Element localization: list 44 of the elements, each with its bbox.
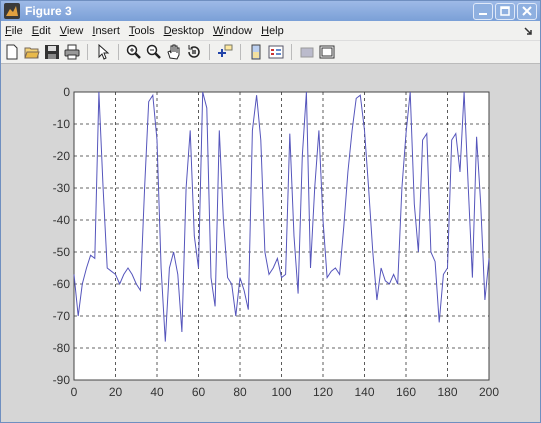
tick-label: 100 bbox=[271, 385, 292, 399]
printer-icon[interactable] bbox=[64, 44, 80, 60]
hand-icon[interactable] bbox=[166, 44, 182, 60]
new-file-icon[interactable] bbox=[4, 44, 20, 60]
close-icon bbox=[522, 6, 532, 16]
zoom-in-icon[interactable] bbox=[126, 44, 142, 60]
tick-label: 0 bbox=[70, 385, 78, 399]
window-title: Figure 3 bbox=[25, 4, 72, 18]
data-cursor-icon[interactable] bbox=[217, 44, 233, 60]
tick-label: 60 bbox=[192, 385, 206, 399]
tick-label: 20 bbox=[108, 385, 122, 399]
dock-arrow-icon[interactable] bbox=[524, 26, 534, 36]
menu-item[interactable]: Tools bbox=[128, 24, 155, 36]
zoom-out-icon[interactable] bbox=[146, 44, 162, 60]
menu-item[interactable]: Help bbox=[261, 24, 284, 36]
menu-item[interactable]: Edit bbox=[32, 24, 51, 36]
tick-label: 0 bbox=[63, 85, 70, 99]
tick-label: -30 bbox=[52, 181, 70, 195]
menu-item[interactable]: Desktop bbox=[164, 24, 204, 36]
tick-label: 120 bbox=[312, 385, 334, 399]
menu-item[interactable]: Insert bbox=[92, 24, 120, 36]
rotate-icon[interactable] bbox=[186, 44, 202, 60]
menu-item[interactable]: File bbox=[5, 24, 23, 36]
tick-label: -40 bbox=[52, 213, 70, 227]
tick-label: 160 bbox=[396, 385, 416, 399]
tick-label: 40 bbox=[150, 385, 164, 399]
tick-label: -90 bbox=[52, 373, 70, 387]
menu-item[interactable]: Window bbox=[212, 24, 252, 36]
window-icon[interactable] bbox=[319, 44, 335, 60]
tick-label: 200 bbox=[478, 385, 500, 399]
app-icon bbox=[4, 3, 20, 19]
tick-label: -50 bbox=[52, 245, 70, 259]
tick-label: -10 bbox=[52, 117, 70, 131]
maximize-icon bbox=[500, 6, 510, 16]
menu-item[interactable]: View bbox=[60, 24, 84, 36]
tick-label: -60 bbox=[52, 277, 70, 291]
tick-label: -70 bbox=[52, 309, 70, 323]
tick-label: 140 bbox=[354, 385, 375, 399]
tick-label: 180 bbox=[437, 385, 458, 399]
legend-icon[interactable] bbox=[268, 44, 284, 60]
minimize-icon bbox=[479, 13, 487, 15]
tick-label: 80 bbox=[233, 385, 247, 399]
tick-label: -20 bbox=[52, 149, 70, 163]
tick-label: -80 bbox=[52, 341, 70, 355]
